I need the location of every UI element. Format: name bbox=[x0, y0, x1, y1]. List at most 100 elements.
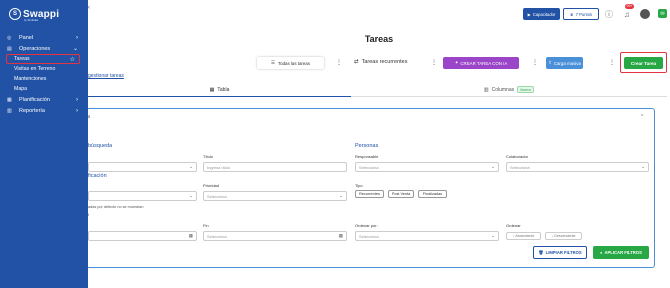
bulk-upload-label: Carga masiva bbox=[553, 60, 581, 66]
section-search: búsqueda bbox=[88, 143, 113, 149]
trophy-icon: ♛ bbox=[569, 11, 574, 17]
sidebar-item-mantenciones[interactable]: Mantenciones bbox=[0, 74, 88, 84]
sort-by-placeholder: Selecciona bbox=[359, 233, 379, 239]
more-options-icon[interactable]: ⋮ bbox=[532, 59, 538, 66]
sidebar-item-reporteria[interactable]: ▥ Reportería › bbox=[0, 105, 88, 116]
collaborator-select[interactable]: Selecciona ⌄ bbox=[506, 162, 649, 172]
sort-desc-label: Descendente bbox=[554, 234, 576, 238]
chevron-right-icon: › bbox=[76, 107, 78, 114]
chevron-down-icon: ⌄ bbox=[72, 46, 78, 52]
classification-select[interactable]: ⌄ bbox=[88, 191, 197, 201]
title-label: Título bbox=[203, 154, 214, 159]
title-input[interactable]: Ingresa título bbox=[203, 162, 347, 172]
sparkle-icon: ✦ bbox=[454, 60, 459, 65]
collaborator-placeholder: Selecciona bbox=[510, 164, 530, 170]
calendar-icon: ▦ bbox=[338, 233, 343, 238]
calendar-icon: ▦ bbox=[188, 233, 193, 238]
priority-select[interactable]: Selecciona ⌄ bbox=[203, 191, 347, 201]
sidebar-item-label: Tareas bbox=[14, 56, 30, 62]
section-people: Personas bbox=[355, 143, 379, 149]
filter-panel-title: s bbox=[88, 114, 91, 119]
create-task-ai-label: CREAR TAREA CON IA bbox=[460, 60, 508, 66]
responsible-label: Responsable bbox=[355, 154, 379, 159]
sidebar-item-label: Planificación bbox=[19, 96, 50, 103]
sidebar-item-panel[interactable]: ◎ Panel › bbox=[0, 32, 88, 43]
all-tasks-button[interactable]: ☰ Todas las tareas bbox=[257, 57, 324, 69]
priority-placeholder: Selecciona bbox=[207, 193, 227, 199]
chevron-down-icon: ⌄ bbox=[189, 164, 193, 169]
circle-icon: ◎ bbox=[7, 34, 12, 41]
type-chip-finalizadas[interactable]: Finalizadas bbox=[418, 190, 447, 198]
list-icon: ☰ bbox=[271, 60, 275, 65]
sidebar-item-visitas[interactable]: Visitas en Terreno bbox=[0, 64, 88, 74]
sidebar-item-planificacion[interactable]: ▦ Planificación › bbox=[0, 94, 88, 105]
chevron-down-icon: ⌄ bbox=[641, 164, 645, 169]
chevron-down-icon: ⌄ bbox=[339, 193, 343, 198]
recurring-tasks-button[interactable]: ⇄ Tareas recurrentes bbox=[354, 59, 407, 65]
clear-filters-label: LIMPIAR FILTROS bbox=[545, 250, 582, 255]
sort-by-select[interactable]: Selecciona ⌄ bbox=[355, 231, 499, 241]
chevron-right-icon: › bbox=[76, 34, 78, 41]
sort-asc-button[interactable]: ↑ Ascendente bbox=[506, 232, 541, 240]
columns-icon: ▥ bbox=[483, 86, 489, 93]
more-options-icon[interactable]: ⋮ bbox=[431, 59, 437, 66]
sidebar-item-operaciones[interactable]: ▤ Operaciones ⌄ bbox=[0, 43, 88, 54]
create-task-ai-button[interactable]: ✦ CREAR TAREA CON IA bbox=[443, 57, 519, 69]
sidebar-item-label: Panel bbox=[19, 34, 34, 41]
sidebar-item-label: Mantenciones bbox=[14, 76, 47, 82]
priority-label: Prioridad bbox=[203, 183, 220, 188]
apply-filters-button[interactable]: ⌕ APLICAR FILTROS bbox=[593, 246, 649, 259]
video-icon: ▶ bbox=[527, 11, 531, 17]
search-select[interactable]: ⌄ bbox=[88, 162, 197, 172]
sidebar-item-label: Reportería bbox=[19, 107, 45, 114]
sort-asc-label: Ascendente bbox=[515, 234, 535, 238]
chevron-right-icon: › bbox=[76, 96, 78, 103]
brand-tagline: by Sindicalia bbox=[24, 19, 39, 22]
points-label: 7 Puntos bbox=[575, 11, 593, 17]
chevron-up-icon[interactable]: ⌃ bbox=[640, 114, 644, 120]
type-chip-recurrentes[interactable]: Recurrentes bbox=[355, 190, 384, 198]
manage-tasks-link[interactable]: gestionar tareas bbox=[88, 73, 124, 79]
more-options-icon[interactable]: ⋮ bbox=[336, 59, 342, 66]
table-icon: ▦ bbox=[209, 86, 215, 93]
points-button[interactable]: ♛ 7 Puntos bbox=[563, 8, 599, 20]
chat-icon[interactable]: ✉ bbox=[658, 9, 667, 18]
bulk-upload-button[interactable]: ⇪ Carga masiva bbox=[546, 57, 583, 69]
sort-by-label: Ordenar por: bbox=[355, 223, 378, 228]
clear-filters-button[interactable]: 🗑 LIMPIAR FILTROS bbox=[533, 246, 587, 259]
avatar[interactable] bbox=[640, 9, 650, 19]
capacitador-button[interactable]: ▶ Capacitador bbox=[523, 8, 560, 20]
sidebar-nav: ◎ Panel › ▤ Operaciones ⌄ Tareas ☆ Visit… bbox=[0, 32, 88, 116]
sidebar-item-tareas[interactable]: Tareas ☆ bbox=[6, 54, 80, 64]
help-icon[interactable]: ⓘ bbox=[604, 9, 614, 19]
chevron-down-icon: ⌄ bbox=[491, 164, 495, 169]
type-chip-post-venta[interactable]: Post Venta bbox=[388, 190, 414, 198]
apply-filters-label: APLICAR FILTROS bbox=[604, 250, 642, 255]
tab-table[interactable]: ▦ Tabla bbox=[88, 83, 351, 97]
sort-desc-button[interactable]: ↓ Descendente bbox=[545, 232, 582, 240]
trash-icon: 🗑 bbox=[538, 249, 544, 255]
chevron-down-icon: ⌄ bbox=[189, 193, 193, 198]
responsible-select[interactable]: Selecciona ⌄ bbox=[355, 162, 499, 172]
calendar-icon: ▦ bbox=[7, 96, 12, 103]
create-task-button[interactable]: Crear Tarea bbox=[624, 57, 663, 69]
sidebar-item-mapa[interactable]: Mapa bbox=[0, 84, 88, 94]
doc-icon: ▤ bbox=[7, 45, 12, 52]
page-title: Tareas bbox=[364, 34, 394, 44]
section-classification: ficación bbox=[88, 173, 107, 179]
end-date-input[interactable]: Selecciona ▦ bbox=[203, 231, 347, 241]
start-date-input[interactable]: ▦ bbox=[88, 231, 197, 241]
collapse-sidebar-icon[interactable]: ‹ bbox=[88, 5, 90, 11]
logo-icon: S bbox=[9, 8, 21, 20]
tab-columns[interactable]: ▥ Columnas Nuevo bbox=[351, 83, 667, 97]
arrow-up-icon: ↑ bbox=[512, 234, 515, 238]
end-placeholder: Selecciona bbox=[207, 233, 227, 239]
all-tasks-label: Todas las tareas bbox=[277, 60, 310, 66]
sort-label: Ordenar bbox=[506, 223, 521, 228]
bell-icon[interactable]: ♫ bbox=[622, 9, 632, 19]
repeat-icon: ⇄ bbox=[354, 59, 359, 65]
more-options-icon[interactable]: ⋮ bbox=[609, 59, 615, 66]
star-icon[interactable]: ☆ bbox=[70, 56, 75, 63]
report-icon: ▥ bbox=[7, 107, 12, 114]
start-label: t bbox=[88, 213, 90, 217]
